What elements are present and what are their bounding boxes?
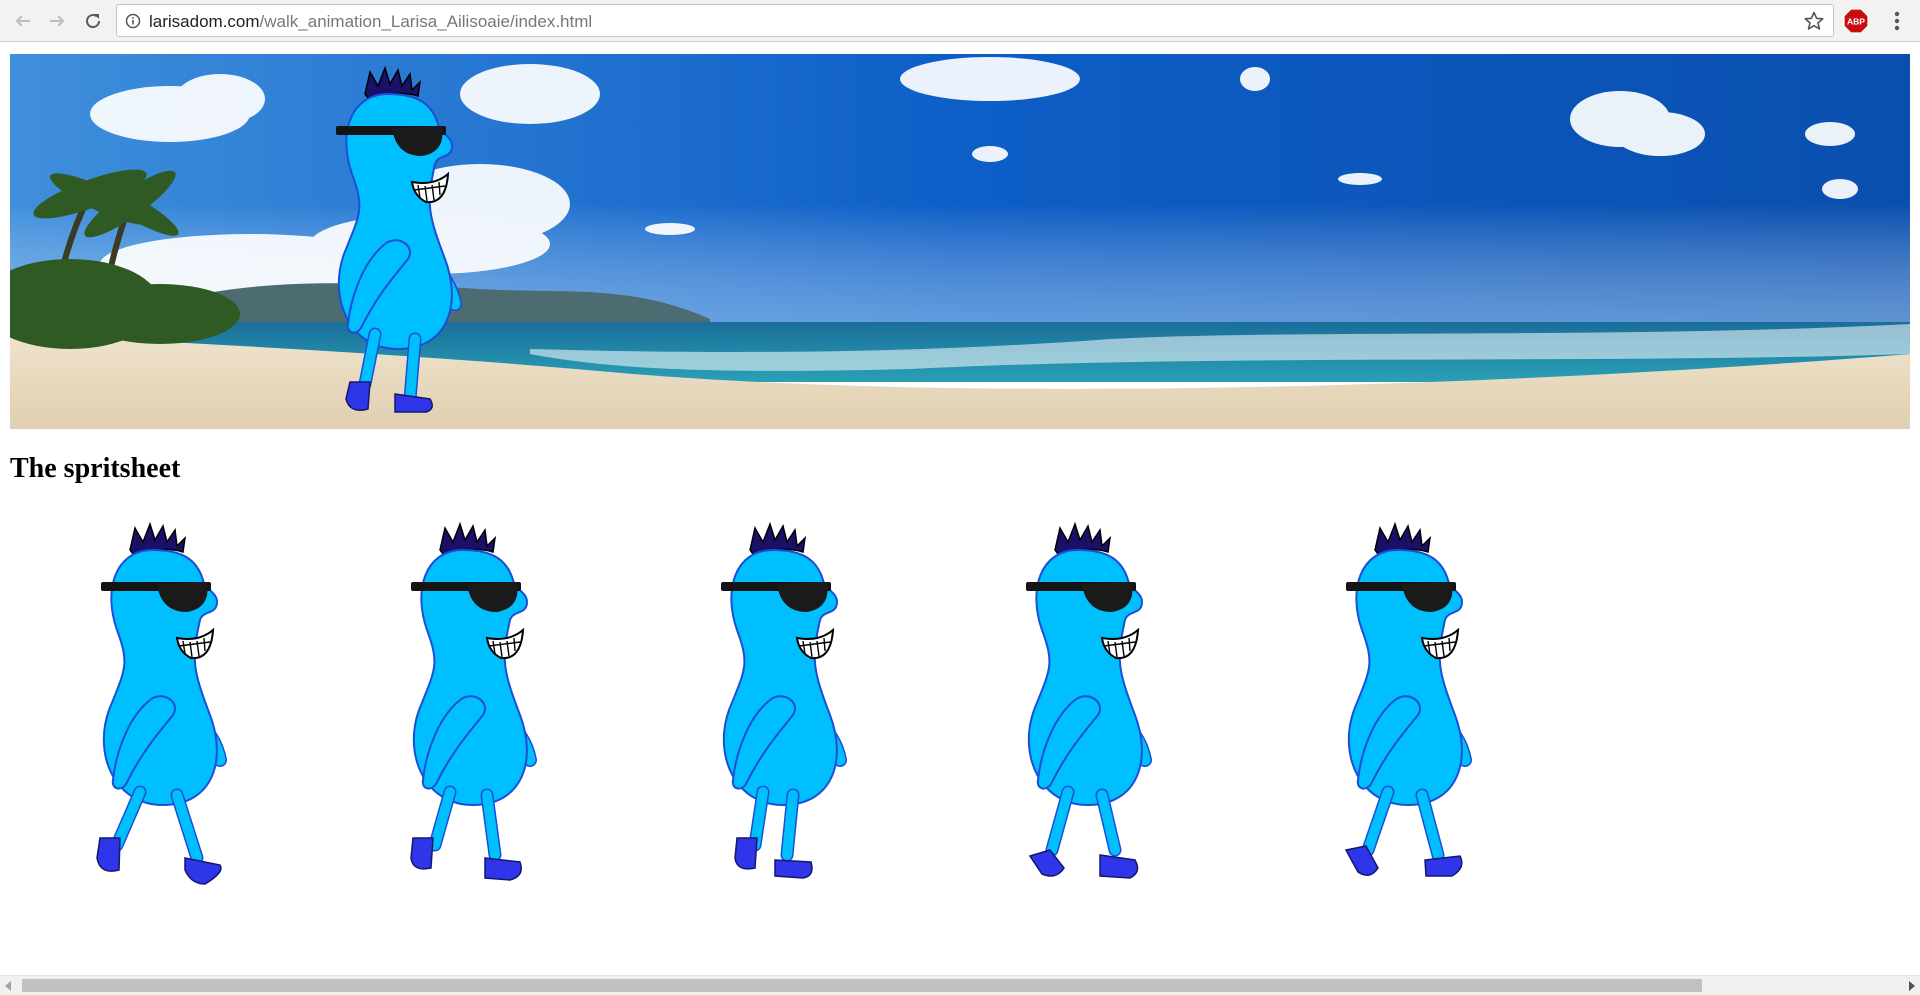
- star-icon[interactable]: [1803, 10, 1825, 32]
- arrow-right-icon: [50, 15, 65, 27]
- sprite-frame-4: [1020, 520, 1200, 879]
- reload-icon: [86, 14, 101, 29]
- scroll-left-arrow-icon[interactable]: [4, 981, 12, 991]
- url-host: larisadom.com: [149, 12, 260, 31]
- url-text[interactable]: larisadom.com/walk_animation_Larisa_Aili…: [149, 12, 592, 32]
- scroll-right-arrow-icon[interactable]: [1908, 981, 1916, 991]
- reload-button[interactable]: [78, 6, 108, 36]
- forward-button[interactable]: [42, 6, 72, 36]
- horizontal-scrollbar[interactable]: [0, 975, 1920, 995]
- sprite-frame-1: [95, 520, 275, 885]
- sprite-frame-2: [405, 520, 585, 881]
- adblock-plus-icon[interactable]: ABP: [1843, 8, 1869, 34]
- sprite-frame-5: [1340, 520, 1520, 877]
- browser-toolbar: larisadom.com/walk_animation_Larisa_Aili…: [0, 0, 1920, 42]
- adblock-plus-label: ABP: [1847, 17, 1865, 27]
- sprite-frame-3: [715, 520, 895, 879]
- page-heading: The spritsheet: [10, 453, 181, 484]
- back-button[interactable]: [8, 6, 38, 36]
- kebab-menu-icon[interactable]: [1884, 8, 1910, 34]
- scrollbar-thumb[interactable]: [22, 979, 1702, 992]
- arrow-left-icon: [15, 15, 30, 27]
- spritesheet: [0, 520, 1920, 900]
- beach-banner-image: [10, 54, 1910, 429]
- address-bar[interactable]: larisadom.com/walk_animation_Larisa_Aili…: [116, 4, 1834, 37]
- info-icon[interactable]: [125, 13, 141, 29]
- url-path: /walk_animation_Larisa_Ailisoaie/index.h…: [259, 12, 593, 31]
